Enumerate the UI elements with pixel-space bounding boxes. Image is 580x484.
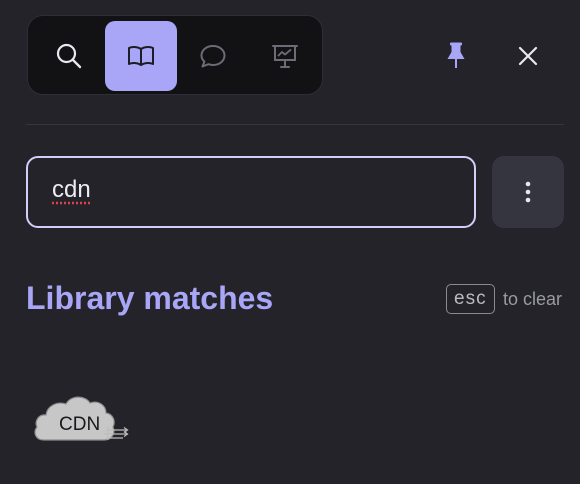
- chat-bubble-icon: [200, 45, 226, 68]
- tab-chat[interactable]: [177, 21, 249, 91]
- library-matches-heading: Library matches: [26, 280, 274, 316]
- clear-hint: to clear: [503, 289, 563, 309]
- more-options-button[interactable]: [492, 156, 564, 228]
- pin-button[interactable]: [440, 40, 472, 72]
- search-input[interactable]: [26, 156, 476, 228]
- close-icon: [518, 46, 538, 66]
- divider: [26, 124, 564, 125]
- library-panel: cdn Library matches esc to clear CDN: [0, 0, 580, 484]
- search-icon: [56, 43, 82, 69]
- tool-tabs: [27, 15, 323, 95]
- book-icon: [128, 45, 154, 66]
- tab-presentation[interactable]: [249, 21, 321, 91]
- presentation-icon: [272, 45, 298, 68]
- pin-icon: [447, 42, 465, 68]
- kebab-menu-icon: [525, 181, 531, 203]
- close-button[interactable]: [512, 40, 544, 72]
- tab-search[interactable]: [33, 21, 105, 91]
- tab-library[interactable]: [105, 21, 177, 91]
- library-item-cdn[interactable]: CDN: [30, 390, 134, 448]
- esc-key-badge: esc: [446, 284, 495, 314]
- library-item-label: CDN: [59, 414, 101, 435]
